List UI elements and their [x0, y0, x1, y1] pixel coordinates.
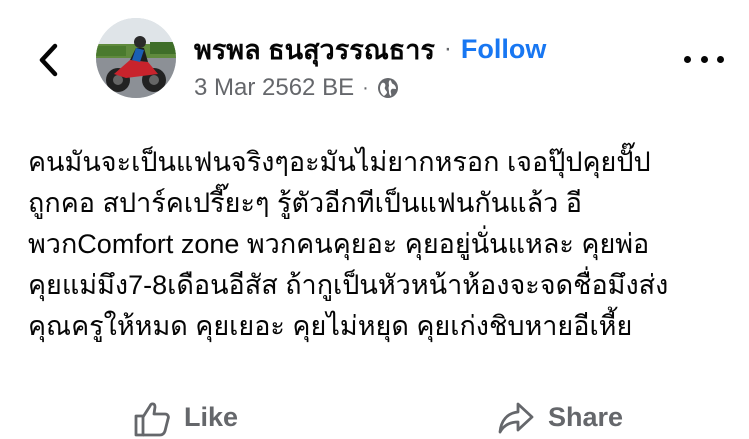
thumbs-up-icon — [134, 401, 170, 436]
post-text-line: คุณครูให้หมด คุยเยอะ คุยไม่หยุด คุยเก่งช… — [28, 311, 633, 341]
more-options-dot — [700, 55, 708, 63]
avatar-image — [96, 18, 176, 98]
back-button[interactable] — [28, 38, 68, 82]
author-name[interactable]: พรพล ธนสุวรรณธาร — [194, 28, 435, 71]
post-text: คนมันจะเป็นแฟนจริงๆอะมันไม่ยากหรอก เจอปุ… — [28, 142, 728, 347]
like-label: Like — [184, 402, 239, 432]
share-label: Share — [548, 402, 624, 432]
post-date[interactable]: 3 Mar 2562 BE — [194, 74, 354, 102]
avatar[interactable] — [96, 18, 176, 98]
more-options-button[interactable] — [684, 44, 724, 74]
separator-dot: · — [443, 35, 452, 62]
post-text-line: คุยแม่มึง7-8เดือนอีสัส ถ้ากูเป็นหัวหน้าห… — [28, 270, 669, 300]
follow-button[interactable]: Follow — [461, 34, 546, 65]
globe-icon — [377, 78, 398, 98]
chevron-left-icon — [39, 43, 58, 77]
post-text-line: ถูกคอ สปาร์คเปรี๊ยะๆ รู้ตัวอีกทีเป็นแฟนก… — [28, 188, 583, 218]
post-meta: 3 Mar 2562 BE · — [194, 72, 399, 104]
post-text-line: พวกComfort zone พวกคนคุยอะ คุยอยู่นั่นแห… — [28, 229, 650, 259]
more-options-dot — [684, 55, 691, 63]
post-text-line: คนมันจะเป็นแฟนจริงๆอะมันไม่ยากหรอก เจอปุ… — [28, 147, 651, 177]
action-bar: Like Share — [0, 396, 749, 439]
share-button[interactable]: Share — [496, 396, 623, 439]
post-header: พรพล ธนสุวรรณธาร · Follow 3 Mar 2562 BE … — [0, 0, 749, 110]
like-button[interactable]: Like — [132, 396, 238, 439]
author-line: พรพล ธนสุวรรณธาร · Follow — [194, 28, 546, 70]
meta-separator-dot: · — [362, 76, 369, 99]
more-options-dot — [717, 55, 724, 63]
share-arrow-icon — [498, 402, 534, 433]
